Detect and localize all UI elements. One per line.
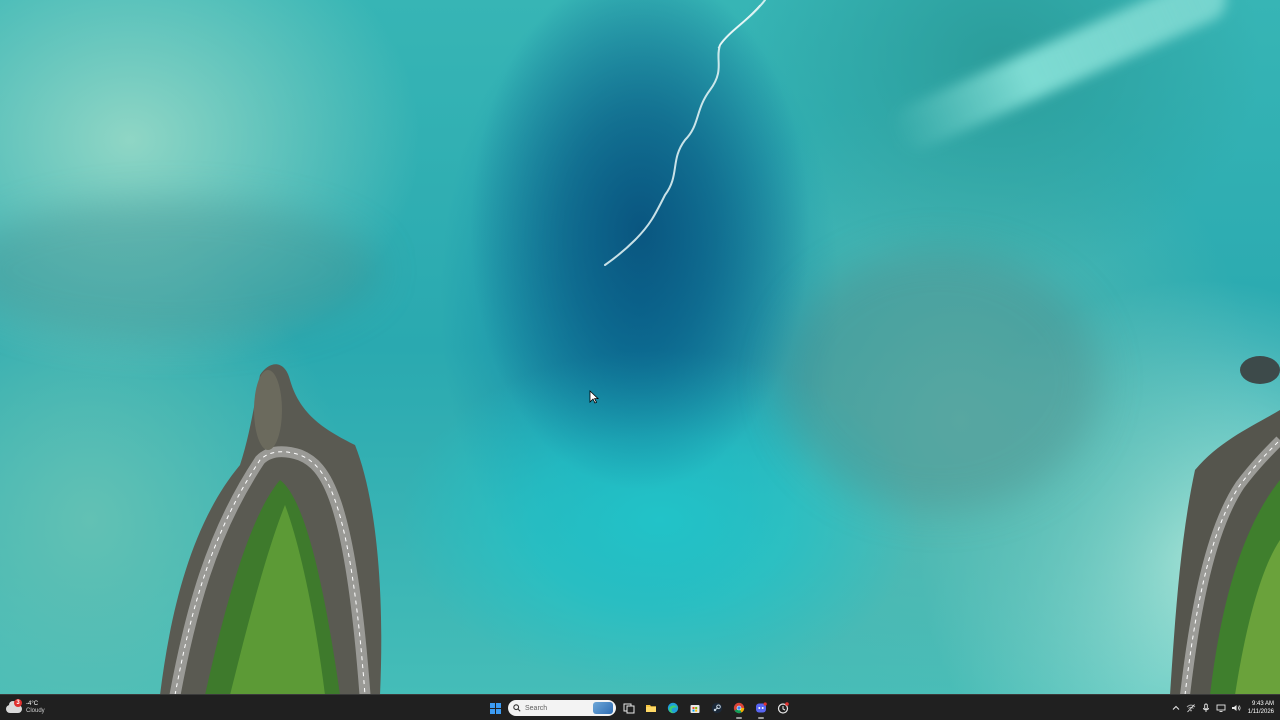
reef-right	[780, 250, 1100, 510]
search-icon	[513, 704, 521, 712]
folder-icon	[646, 705, 656, 712]
desktop-wallpaper	[0, 0, 1280, 694]
steam-button[interactable]	[708, 699, 726, 717]
cloud-icon: 3	[6, 699, 22, 714]
discord-button[interactable]	[752, 699, 770, 719]
edge-button[interactable]	[664, 699, 682, 717]
clock[interactable]: 9:43 AM 1/11/2026	[1248, 700, 1274, 716]
system-tray: 9:43 AM 1/11/2026	[1171, 697, 1278, 719]
store-icon	[690, 705, 700, 713]
store-button[interactable]	[686, 699, 704, 717]
windows-logo-icon	[489, 702, 501, 714]
running-indicator	[758, 717, 764, 719]
weather-badge: 3	[14, 699, 22, 707]
reef-left	[0, 200, 380, 340]
running-indicator	[736, 717, 742, 719]
taskbar: 3 -4°C Cloudy Search 9:43 AM 1/11/2026	[0, 694, 1280, 720]
task-view-button[interactable]	[620, 699, 638, 717]
badge-app-button[interactable]	[774, 699, 792, 717]
peninsula-right	[1170, 356, 1280, 694]
taskbar-center: Search	[486, 698, 792, 719]
monitor-icon[interactable]	[1216, 703, 1226, 713]
microphone-icon[interactable]	[1201, 703, 1211, 713]
discord-icon	[756, 702, 767, 713]
network-off-icon[interactable]	[1186, 703, 1196, 713]
chevron-up-icon[interactable]	[1171, 703, 1181, 713]
surf-line	[604, 0, 766, 266]
chrome-button[interactable]	[730, 699, 748, 719]
start-button[interactable]	[486, 699, 504, 717]
task-view-icon	[623, 703, 635, 714]
sandbar	[886, 0, 1234, 158]
chrome-icon	[733, 702, 745, 714]
clock-date: 1/11/2026	[1247, 709, 1274, 715]
search-placeholder: Search	[525, 704, 548, 712]
edge-icon	[667, 702, 679, 714]
weather-temperature: -4°C	[26, 701, 39, 707]
peninsula-left	[160, 364, 382, 694]
clock-time: 9:43 AM	[1251, 701, 1274, 707]
weather-widget[interactable]: 3 -4°C Cloudy	[6, 697, 45, 719]
search-box[interactable]: Search	[508, 700, 616, 716]
mouse-cursor	[589, 390, 599, 404]
steam-icon	[711, 702, 723, 714]
file-explorer-button[interactable]	[642, 699, 660, 717]
red-badge-app-icon	[777, 702, 789, 714]
search-highlight-icon	[593, 702, 613, 714]
weather-condition: Cloudy	[26, 708, 45, 714]
speaker-icon[interactable]	[1231, 703, 1241, 713]
